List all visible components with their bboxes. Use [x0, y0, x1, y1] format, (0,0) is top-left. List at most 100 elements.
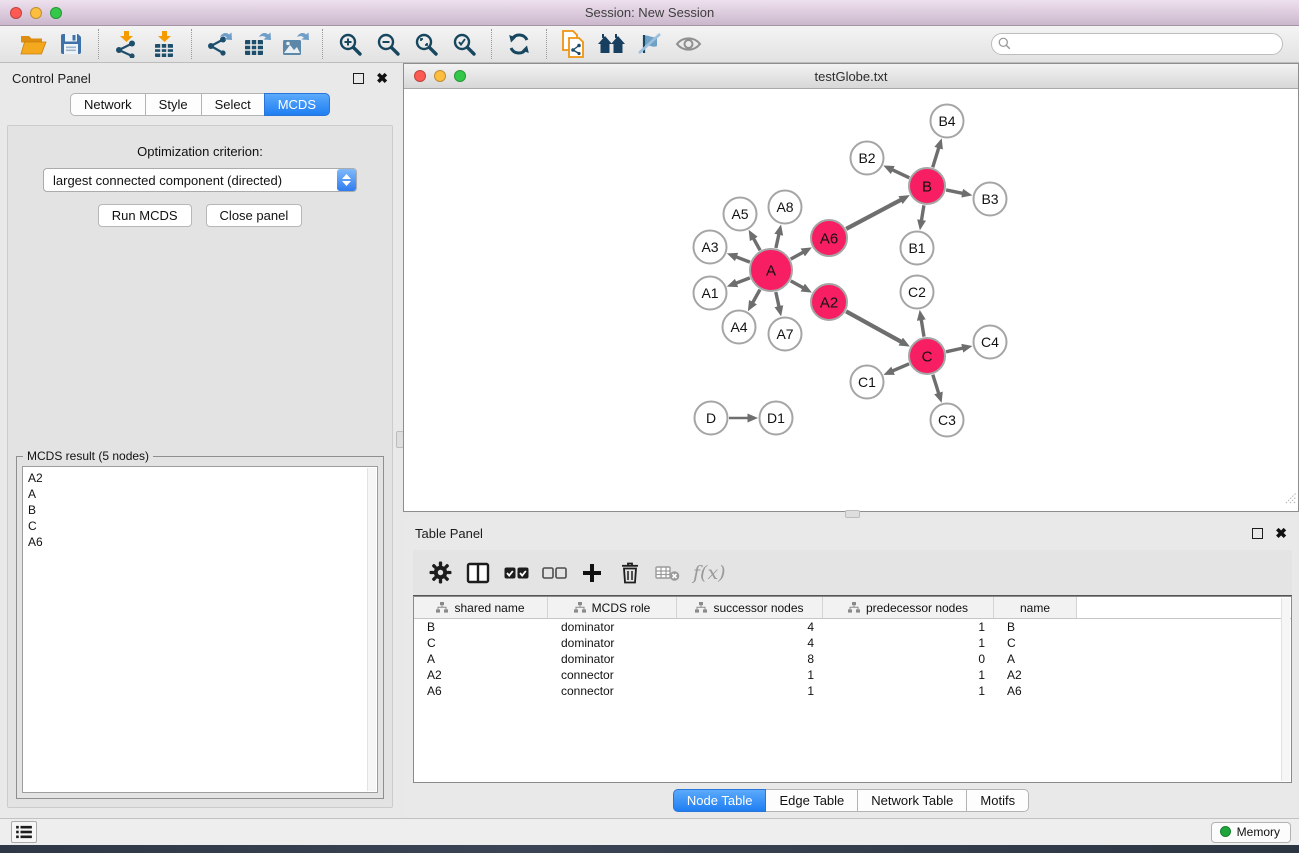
import-network-icon[interactable] [107, 29, 145, 59]
cell-shared-name[interactable]: A6 [414, 683, 548, 699]
cell-predecessor-nodes[interactable]: 0 [823, 651, 994, 667]
column-header-predecessor-nodes[interactable]: predecessor nodes [823, 597, 994, 618]
graph-node-A2[interactable]: A2 [811, 284, 847, 320]
graph-edge-A-A5[interactable] [753, 238, 760, 250]
horizontal-splitter-grip[interactable] [845, 510, 860, 518]
zoom-fit-icon[interactable] [407, 29, 445, 59]
graph-edge-A-A3[interactable] [736, 257, 750, 262]
export-image-icon[interactable] [276, 29, 314, 59]
memory-button[interactable]: Memory [1211, 822, 1291, 843]
graph-node-C4[interactable]: C4 [974, 326, 1007, 359]
mcds-result-item-a[interactable]: A [28, 486, 377, 502]
graph-node-B1[interactable]: B1 [901, 232, 934, 265]
graph-edge-B-B3[interactable] [946, 190, 963, 194]
cell-name[interactable]: A2 [994, 667, 1077, 683]
graph-node-A8[interactable]: A8 [769, 191, 802, 224]
graph-node-A4[interactable]: A4 [723, 311, 756, 344]
run-mcds-button[interactable]: Run MCDS [98, 204, 192, 227]
cell-name[interactable]: B [994, 619, 1077, 635]
cell-predecessor-nodes[interactable]: 1 [823, 619, 994, 635]
checked-boxes-icon[interactable] [499, 556, 533, 590]
graph-edge-A-A8[interactable] [776, 234, 779, 248]
mcds-list-scrollbar[interactable] [367, 468, 376, 791]
graph-edge-C-C3[interactable] [933, 375, 939, 394]
cell-shared-name[interactable]: C [414, 635, 548, 651]
graph-edge-A-A2[interactable] [791, 281, 804, 288]
network-minimize-button[interactable] [434, 70, 446, 82]
tab-select[interactable]: Select [201, 93, 265, 116]
graph-edge-A6-B[interactable] [846, 200, 901, 229]
tab-network[interactable]: Network [70, 93, 146, 116]
export-table-icon[interactable] [238, 29, 276, 59]
cell-MCDS-role[interactable]: connector [548, 683, 677, 699]
export-network-icon[interactable] [200, 29, 238, 59]
graph-edge-A2-C[interactable] [846, 311, 902, 342]
cell-name[interactable]: C [994, 635, 1077, 651]
table-tab-node-table[interactable]: Node Table [673, 789, 767, 812]
close-window-button[interactable] [10, 7, 22, 19]
close-table-panel-icon[interactable]: ✖ [1275, 528, 1287, 539]
duplicate-network-document-icon[interactable] [555, 29, 593, 59]
graph-node-D1[interactable]: D1 [760, 402, 793, 435]
refresh-icon[interactable] [500, 29, 538, 59]
search-input[interactable] [991, 33, 1283, 55]
graph-node-B[interactable]: B [909, 168, 945, 204]
gear-icon[interactable] [423, 556, 457, 590]
network-graph[interactable]: B4B2BB3A5A8A6A3B1AA1C2A2A4A7C4CC1C3DD1 [404, 89, 1298, 510]
graph-edge-C-C4[interactable] [946, 348, 963, 352]
graph-node-D[interactable]: D [695, 402, 728, 435]
graph-node-A7[interactable]: A7 [769, 318, 802, 351]
cell-successor-nodes[interactable]: 4 [677, 635, 823, 651]
mcds-result-item-a2[interactable]: A2 [28, 470, 377, 486]
cell-MCDS-role[interactable]: dominator [548, 651, 677, 667]
cell-MCDS-role[interactable]: dominator [548, 619, 677, 635]
cell-shared-name[interactable]: A2 [414, 667, 548, 683]
cell-successor-nodes[interactable]: 1 [677, 683, 823, 699]
open-folder-icon[interactable] [14, 29, 52, 59]
graph-node-C[interactable]: C [909, 338, 945, 374]
zoom-out-icon[interactable] [369, 29, 407, 59]
graph-edge-A-A6[interactable] [791, 252, 804, 259]
graph-node-B3[interactable]: B3 [974, 183, 1007, 216]
float-table-panel-icon[interactable] [1252, 528, 1263, 539]
graph-edge-A-A1[interactable] [736, 278, 750, 283]
column-header-name[interactable]: name [994, 597, 1077, 618]
graph-node-C3[interactable]: C3 [931, 404, 964, 437]
minimize-window-button[interactable] [30, 7, 42, 19]
panel-list-icon[interactable] [11, 821, 37, 843]
add-icon[interactable] [575, 556, 609, 590]
close-panel-icon[interactable]: ✖ [376, 73, 388, 84]
graph-node-A[interactable]: A [750, 249, 792, 291]
cell-MCDS-role[interactable]: dominator [548, 635, 677, 651]
graph-node-C1[interactable]: C1 [851, 366, 884, 399]
graph-edge-B-B4[interactable] [933, 147, 939, 167]
graph-node-A1[interactable]: A1 [694, 277, 727, 310]
cell-name[interactable]: A [994, 651, 1077, 667]
column-header-MCDS-role[interactable]: MCDS role [548, 597, 677, 618]
cell-successor-nodes[interactable]: 1 [677, 667, 823, 683]
network-canvas[interactable]: B4B2BB3A5A8A6A3B1AA1C2A2A4A7C4CC1C3DD1 [404, 89, 1298, 510]
cell-successor-nodes[interactable]: 8 [677, 651, 823, 667]
cell-successor-nodes[interactable]: 4 [677, 619, 823, 635]
mcds-result-item-b[interactable]: B [28, 502, 377, 518]
graph-node-A3[interactable]: A3 [694, 231, 727, 264]
cell-shared-name[interactable]: B [414, 619, 548, 635]
criterion-dropdown[interactable]: largest connected component (directed) [43, 168, 357, 192]
graph-edge-B-B1[interactable] [921, 205, 924, 221]
graph-edge-A-A4[interactable] [753, 290, 761, 303]
cell-predecessor-nodes[interactable]: 1 [823, 683, 994, 699]
tab-mcds[interactable]: MCDS [264, 93, 330, 116]
graph-node-B4[interactable]: B4 [931, 105, 964, 138]
graph-node-B2[interactable]: B2 [851, 142, 884, 175]
flag-slash-icon[interactable] [631, 29, 669, 59]
network-maximize-button[interactable] [454, 70, 466, 82]
resize-grip-icon[interactable] [1283, 490, 1297, 509]
zoom-selected-icon[interactable] [445, 29, 483, 59]
save-icon[interactable] [52, 29, 90, 59]
graph-edge-C-C1[interactable] [892, 364, 909, 371]
mcds-result-list[interactable]: A2ABCA6 [22, 466, 378, 793]
cell-predecessor-nodes[interactable]: 1 [823, 667, 994, 683]
split-columns-icon[interactable] [461, 556, 495, 590]
graph-node-A6[interactable]: A6 [811, 220, 847, 256]
column-header-successor-nodes[interactable]: successor nodes [677, 597, 823, 618]
